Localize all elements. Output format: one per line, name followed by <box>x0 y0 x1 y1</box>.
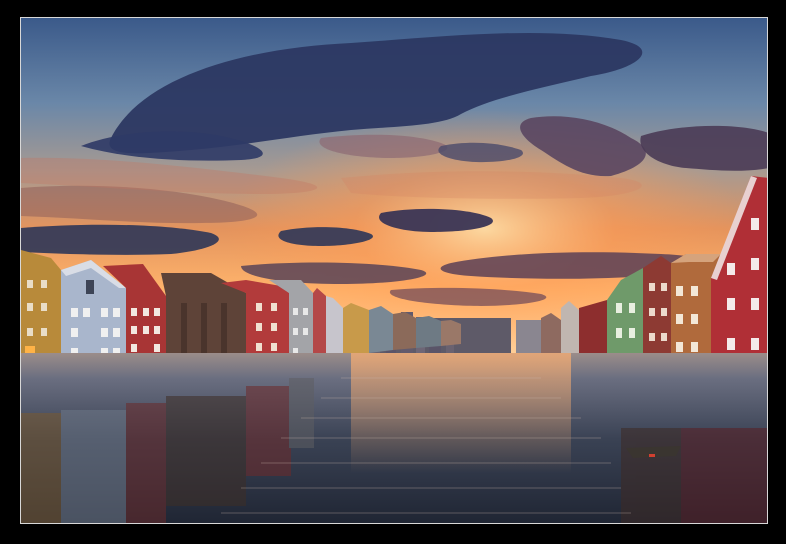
water-glow <box>351 353 571 473</box>
photo-frame <box>20 17 768 524</box>
photo <box>21 18 767 523</box>
